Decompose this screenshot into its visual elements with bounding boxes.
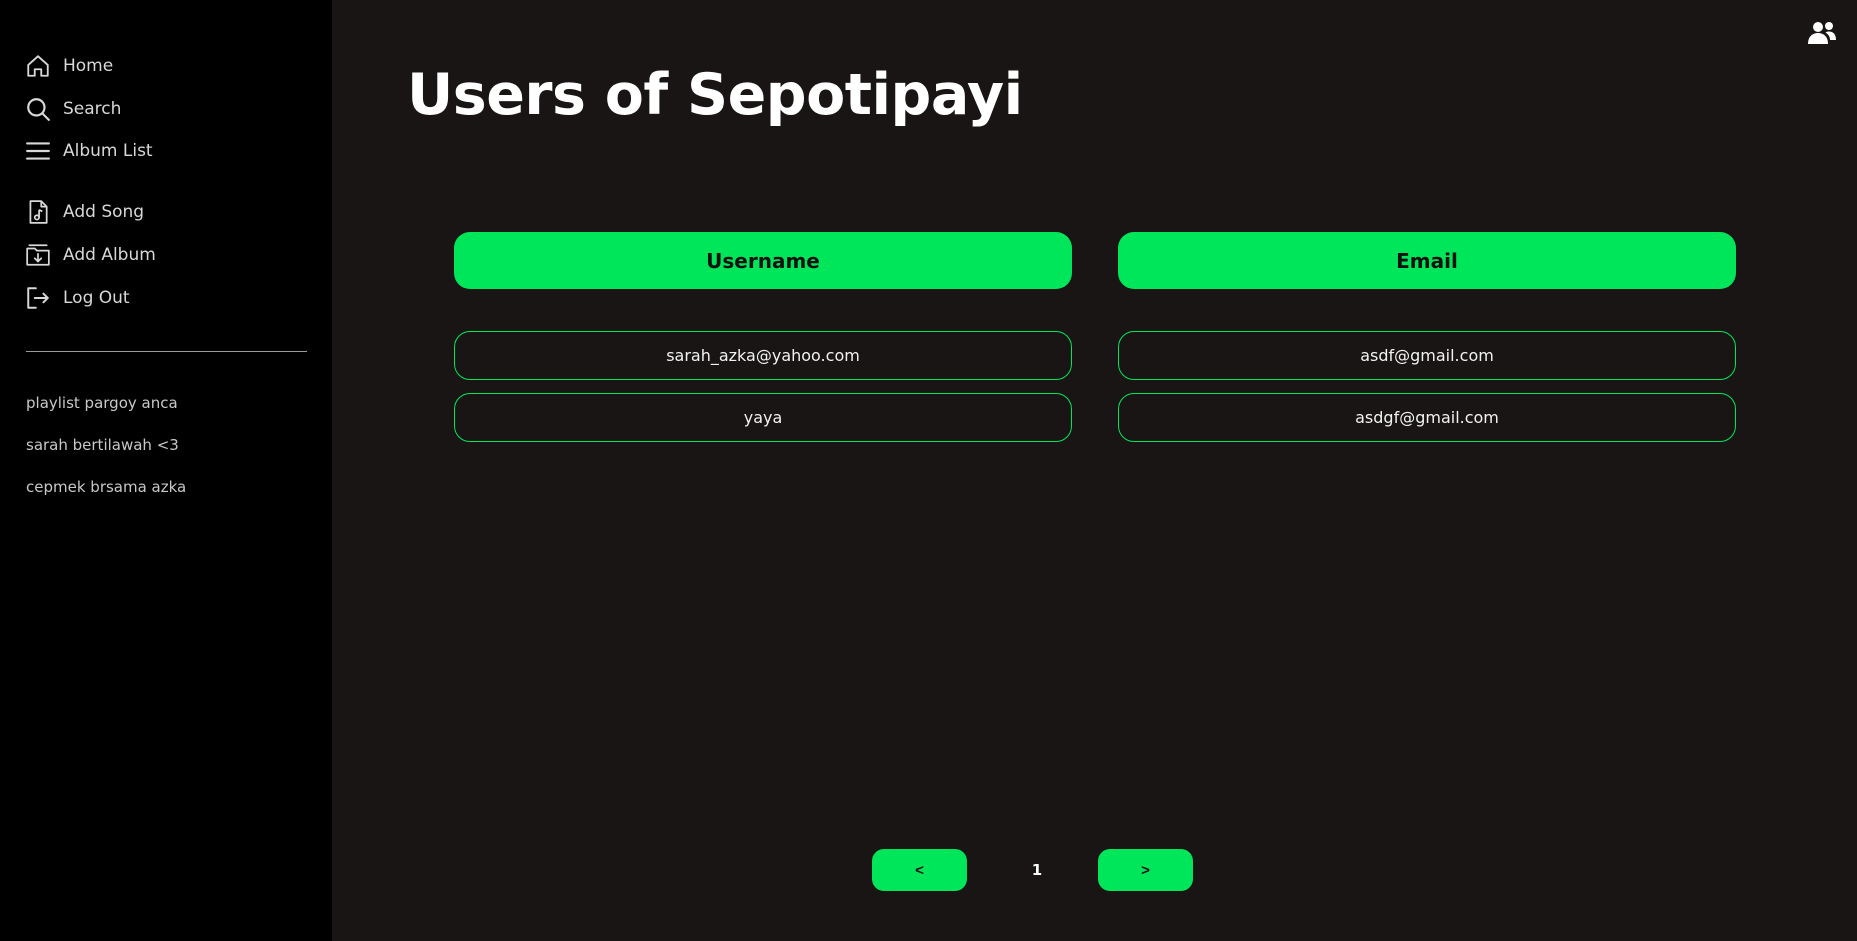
nav-add-album-label: Add Album [63, 245, 156, 265]
table-cell-username: sarah_azka@yahoo.com [454, 331, 1072, 380]
menu-icon [24, 137, 52, 165]
table-cell-email: asdf@gmail.com [1118, 331, 1736, 380]
nav-search-label: Search [63, 99, 122, 119]
table-cell-username: yaya [454, 393, 1072, 442]
nav-log-out[interactable]: Log Out [24, 281, 130, 315]
column-header-email: Email [1118, 232, 1736, 289]
nav-album-list[interactable]: Album List [24, 134, 153, 168]
app-root: Home Search Album List Add Song Add Albu… [0, 0, 1857, 941]
nav-add-song-label: Add Song [63, 202, 145, 222]
main-content: Users of Sepotipayi Username Email sarah… [332, 0, 1857, 941]
playlist-item[interactable]: playlist pargoy anca [26, 394, 178, 412]
nav-log-out-label: Log Out [63, 288, 130, 308]
next-page-button[interactable]: > [1098, 849, 1193, 891]
music-file-icon [24, 198, 52, 226]
nav-home-label: Home [63, 56, 114, 76]
nav-add-album[interactable]: Add Album [24, 238, 156, 272]
nav-add-song[interactable]: Add Song [24, 195, 144, 229]
prev-page-button[interactable]: < [872, 849, 967, 891]
nav-album-list-label: Album List [63, 141, 153, 161]
nav-home[interactable]: Home [24, 49, 113, 83]
home-icon [24, 52, 52, 80]
users-icon[interactable] [1807, 18, 1837, 48]
page-title: Users of Sepotipayi [407, 62, 1023, 128]
sidebar: Home Search Album List Add Song Add Albu… [0, 0, 332, 941]
search-icon [24, 95, 52, 123]
current-page-number: 1 [1031, 861, 1043, 879]
logout-icon [24, 284, 52, 312]
folder-download-icon [24, 241, 52, 269]
playlist-item[interactable]: sarah bertilawah <3 [26, 436, 179, 454]
nav-search[interactable]: Search [24, 92, 121, 126]
table-cell-email: asdgf@gmail.com [1118, 393, 1736, 442]
sidebar-divider [26, 351, 307, 352]
column-header-username: Username [454, 232, 1072, 289]
playlist-item[interactable]: cepmek brsama azka [26, 478, 186, 496]
